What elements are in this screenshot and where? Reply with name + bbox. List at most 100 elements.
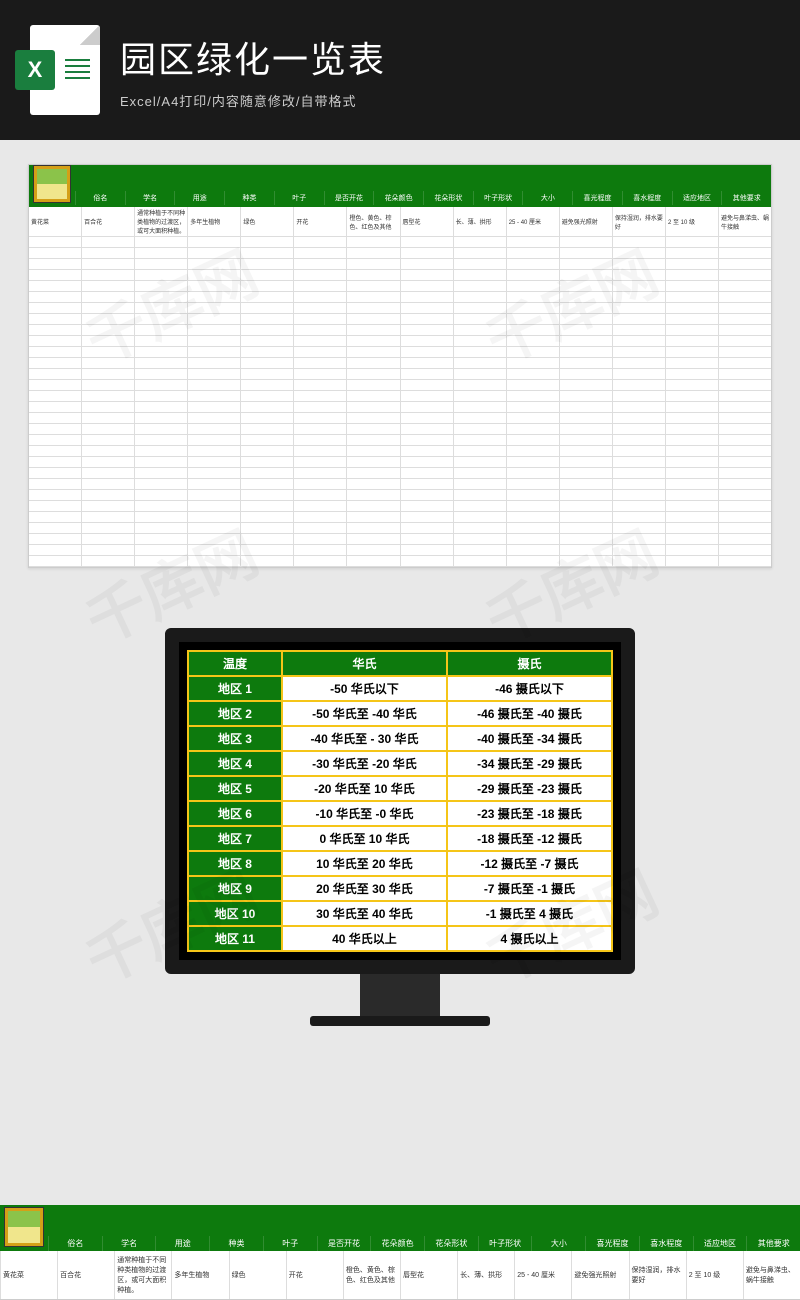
table-cell (612, 380, 665, 390)
table-cell (665, 413, 718, 423)
table-cell (718, 248, 771, 258)
table-cell (187, 314, 240, 324)
table-cell (612, 435, 665, 445)
table-cell (612, 391, 665, 401)
celsius-cell: -40 摄氏至 -34 摄氏 (448, 727, 611, 750)
table-cell (346, 457, 399, 467)
table-cell (29, 369, 81, 379)
table-cell (29, 545, 81, 555)
table-cell (29, 347, 81, 357)
table-cell (559, 380, 612, 390)
table-cell (453, 545, 506, 555)
table-cell (293, 336, 346, 346)
table-cell (346, 292, 399, 302)
table-cell (29, 534, 81, 544)
table-cell (559, 468, 612, 478)
table-cell (240, 534, 293, 544)
table-cell (612, 556, 665, 566)
table-cell (665, 369, 718, 379)
table-cell (346, 336, 399, 346)
table-cell (506, 270, 559, 280)
spreadsheet-header: 俗名学名用途种类叶子是否开花花朵颜色花朵形状叶子形状大小喜光程度喜水程度适应地区… (29, 165, 771, 207)
temp-body: 地区 1-50 华氏以下-46 摄氏以下地区 2-50 华氏至 -40 华氏-4… (189, 677, 611, 950)
table-cell (718, 501, 771, 511)
column-header: 喜光程度 (572, 191, 622, 205)
table-cell (506, 380, 559, 390)
table-cell (29, 259, 81, 269)
plant-thumbnail-icon (33, 165, 71, 203)
fahrenheit-cell: -40 华氏至 - 30 华氏 (283, 727, 446, 750)
table-cell (559, 237, 612, 247)
fahrenheit-cell: 40 华氏以上 (283, 927, 446, 950)
table-cell (240, 358, 293, 368)
table-cell (400, 446, 453, 456)
table-cell (559, 501, 612, 511)
table-cell (293, 479, 346, 489)
table-cell (29, 314, 81, 324)
table-cell (29, 281, 81, 291)
table-cell (134, 303, 187, 313)
table-cell (29, 336, 81, 346)
temp-row: 地区 1030 华氏至 40 华氏-1 摄氏至 4 摄氏 (189, 902, 611, 925)
table-cell (293, 490, 346, 500)
table-cell (506, 479, 559, 489)
table-cell (346, 523, 399, 533)
table-cell (346, 314, 399, 324)
table-cell (506, 391, 559, 401)
table-cell (559, 391, 612, 401)
table-cell (453, 270, 506, 280)
table-cell (453, 347, 506, 357)
table-cell (612, 369, 665, 379)
column-header: 是否开花 (317, 1236, 371, 1251)
table-cell (718, 523, 771, 533)
table-cell: 橙色、黄色、棕色、红色及其他 (343, 1251, 400, 1299)
bottom-spreadsheet-strip: 俗名学名用途种类叶子是否开花花朵颜色花朵形状叶子形状大小喜光程度喜水程度适应地区… (0, 1205, 800, 1300)
table-cell (134, 446, 187, 456)
column-header: 叶子 (274, 191, 324, 205)
table-cell (453, 303, 506, 313)
table-cell (346, 556, 399, 566)
table-cell (134, 270, 187, 280)
table-cell: 绿色 (240, 207, 293, 236)
table-cell (718, 336, 771, 346)
table-cell (400, 303, 453, 313)
table-cell (346, 237, 399, 247)
table-cell (665, 303, 718, 313)
table-cell (453, 501, 506, 511)
monitor-frame: 温度华氏摄氏 地区 1-50 华氏以下-46 摄氏以下地区 2-50 华氏至 -… (165, 628, 635, 1026)
table-row (29, 292, 771, 303)
table-cell (29, 248, 81, 258)
table-cell (665, 336, 718, 346)
table-cell (400, 292, 453, 302)
table-cell (81, 545, 134, 555)
table-cell (240, 468, 293, 478)
table-row (29, 468, 771, 479)
table-cell (559, 336, 612, 346)
table-cell: 避免与鼻涕虫、蜗牛接触 (718, 207, 771, 236)
column-header: 叶子 (263, 1236, 317, 1251)
table-cell (187, 468, 240, 478)
page-header: X 园区绿化一览表 Excel/A4打印/内容随意修改/自带格式 (0, 0, 800, 140)
table-cell (134, 490, 187, 500)
table-cell (453, 292, 506, 302)
table-cell (187, 259, 240, 269)
table-cell (453, 237, 506, 247)
table-cell (718, 259, 771, 269)
table-cell (400, 490, 453, 500)
table-cell (29, 523, 81, 533)
table-cell (506, 523, 559, 533)
table-cell (453, 424, 506, 434)
table-cell (612, 336, 665, 346)
table-cell (612, 534, 665, 544)
table-cell (400, 314, 453, 324)
table-cell (400, 479, 453, 489)
table-cell (346, 270, 399, 280)
table-cell (134, 512, 187, 522)
table-cell (612, 281, 665, 291)
table-cell (400, 457, 453, 467)
table-cell (81, 347, 134, 357)
table-cell: 通常种植于不同种类植物的过渡区，或可大面积种植。 (134, 207, 187, 236)
table-cell (400, 556, 453, 566)
table-cell (665, 435, 718, 445)
table-row (29, 248, 771, 259)
